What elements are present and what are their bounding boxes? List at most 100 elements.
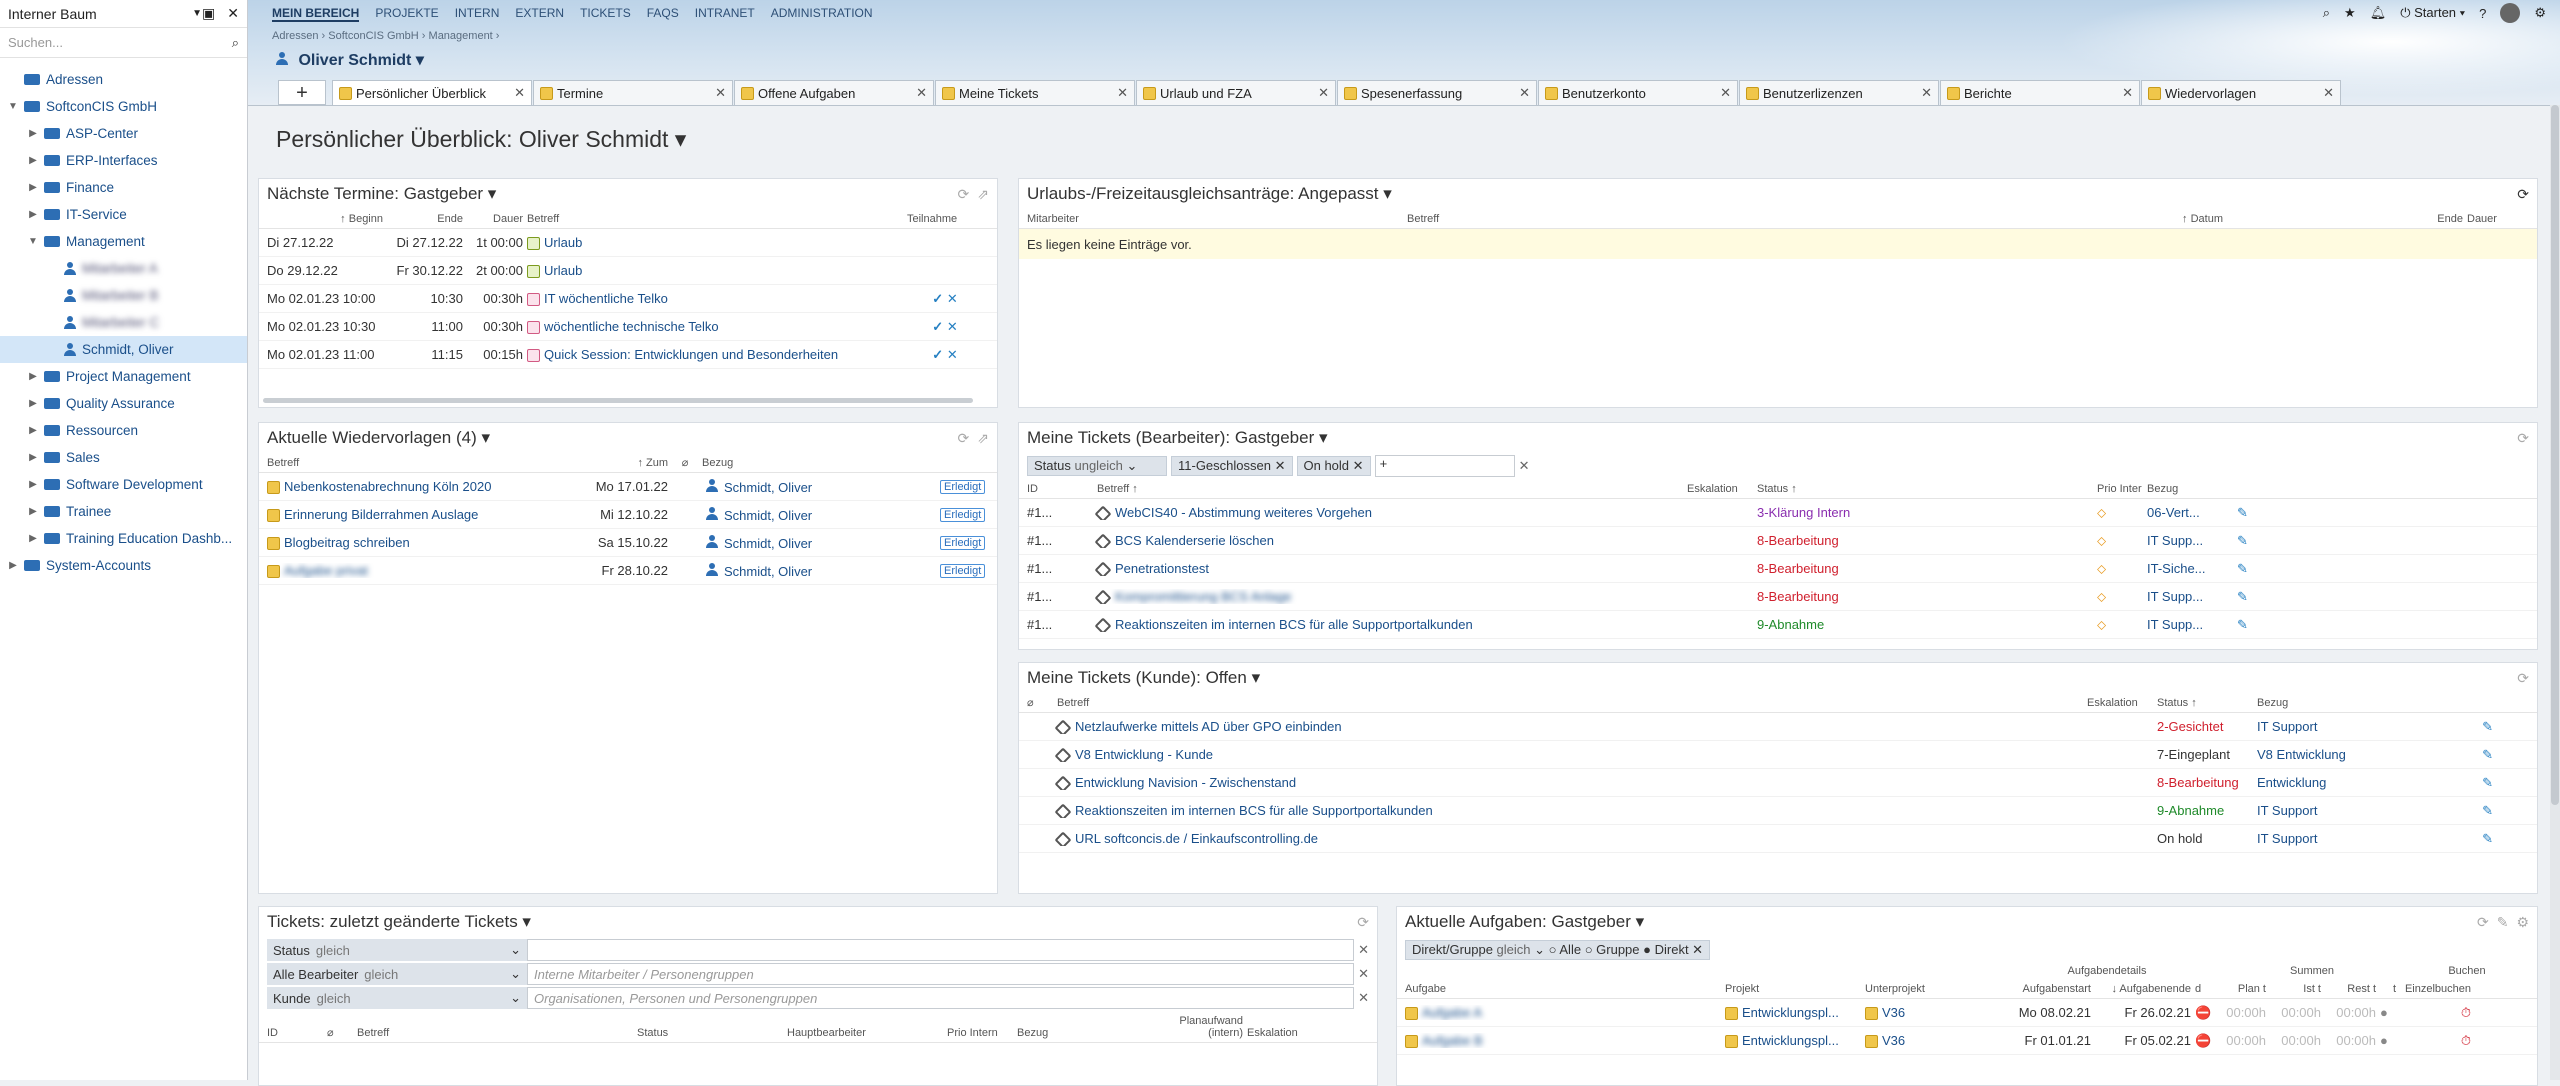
tree-item[interactable]: ▶ System-Accounts	[0, 552, 247, 579]
panel-title[interactable]: Urlaubs-/Freizeitausgleichsanträge: Ange…	[1027, 184, 2509, 204]
search-input[interactable]: Suchen...	[8, 35, 232, 50]
open-icon[interactable]: ⇗	[977, 430, 989, 447]
tab[interactable]: Wiedervorlagen ✕	[2141, 80, 2341, 105]
col-status[interactable]: Status ↑	[2155, 697, 2255, 709]
col-status[interactable]: Status	[635, 1027, 785, 1039]
edit-icon[interactable]: ✎	[2235, 617, 2265, 633]
accept-icon[interactable]: ✓	[932, 347, 943, 362]
col-plan[interactable]: Planaufwand (intern)	[1165, 1015, 1245, 1039]
table-row[interactable]: Reaktionszeiten im internen BCS für alle…	[1019, 797, 2537, 825]
col-mitarbeiter[interactable]: Mitarbeiter	[1025, 213, 1405, 225]
col-einzel[interactable]: Einzelbuchen	[2398, 983, 2473, 995]
cell-bezug[interactable]: IT-Siche...	[2145, 561, 2235, 576]
table-row[interactable]: Mo 02.01.23 10:30 11:00 00:30h wöchentliche…	[259, 313, 997, 341]
col-betreff[interactable]: Betreff	[1055, 697, 2085, 709]
horizontal-scrollbar[interactable]	[263, 398, 973, 403]
refresh-icon[interactable]: ⟳	[2477, 914, 2489, 931]
table-row[interactable]: Aufgabe B Entwicklungspl... V36 Fr 01.01.21…	[1397, 1027, 2537, 1055]
tab[interactable]: Persönlicher Überblick ✕	[332, 80, 532, 105]
edit-icon[interactable]: ✎	[2455, 831, 2495, 847]
col-plan[interactable]: Plan t	[2213, 983, 2268, 995]
tab[interactable]: Berichte ✕	[1940, 80, 2140, 105]
nav-item[interactable]: ADMINISTRATION	[771, 6, 873, 22]
option-alle[interactable]: Alle	[1559, 942, 1581, 957]
col-ende[interactable]: ↓ Aufgabenende	[2093, 983, 2193, 995]
col-ist[interactable]: Ist t	[2268, 983, 2323, 995]
nav-item[interactable]: MEIN BEREICH	[272, 6, 360, 22]
panel-title[interactable]: Tickets: zuletzt geänderte Tickets ▾	[267, 912, 1349, 932]
edit-icon[interactable]: ✎	[2497, 914, 2509, 931]
cell-unterprojekt[interactable]: V36	[1863, 1033, 2003, 1049]
cell-bezug[interactable]: Schmidt, Oliver	[700, 478, 940, 495]
filter-chip[interactable]: 11-Geschlossen ✕	[1171, 456, 1293, 476]
clear-filter-icon[interactable]: ✕	[1519, 458, 1530, 474]
filter-field[interactable]: Alle Bearbeiter gleich ⌄	[267, 963, 527, 985]
tree-item[interactable]: Mitarbeiter A	[0, 255, 247, 282]
col-bezug[interactable]: Bezug	[2255, 697, 2455, 709]
edit-icon[interactable]: ✎	[2235, 589, 2265, 605]
refresh-icon[interactable]: ⟳	[2517, 186, 2529, 203]
tree-item[interactable]: ▶ Training Education Dashb...	[0, 525, 247, 552]
col-rest[interactable]: Rest t	[2323, 983, 2378, 995]
nav-item[interactable]: EXTERN	[515, 6, 564, 22]
cell-betreff[interactable]: Kompromittierung BCS Anlage	[1095, 589, 1755, 604]
col-bezug[interactable]: Bezug	[2145, 483, 2235, 495]
edit-icon[interactable]: ✎	[2235, 561, 2265, 577]
bell-icon[interactable]: 🔔︎	[2370, 5, 2387, 21]
table-row[interactable]: #1... Reaktionszeiten im internen BCS für…	[1019, 611, 2537, 639]
close-icon[interactable]: ✕	[1519, 85, 1530, 101]
search-icon[interactable]: ⌕	[232, 35, 239, 51]
cell-bezug[interactable]: IT Supp...	[2145, 617, 2235, 632]
filter-field[interactable]: Status ungleich ⌄	[1027, 456, 1167, 476]
collapsed-icon[interactable]: ▶	[26, 155, 40, 166]
tree-item[interactable]: ▶ Software Development	[0, 471, 247, 498]
open-icon[interactable]: ⇗	[977, 186, 989, 203]
table-row[interactable]: Blogbeitrag schreiben Sa 15.10.22 Schmidt,…	[259, 529, 997, 557]
filter-field[interactable]: Kunde gleich ⌄	[267, 987, 527, 1009]
close-icon[interactable]: ✕	[916, 85, 927, 101]
collapsed-icon[interactable]: ▶	[26, 371, 40, 382]
tab[interactable]: Urlaub und FZA ✕	[1136, 80, 1336, 105]
collapsed-icon[interactable]: ▶	[26, 128, 40, 139]
col-unterprojekt[interactable]: Unterprojekt	[1863, 983, 2003, 995]
status-badge[interactable]: Erledigt	[940, 479, 986, 494]
breadcrumb-item[interactable]: Management	[429, 30, 493, 42]
refresh-icon[interactable]: ⟳	[958, 186, 970, 203]
edit-icon[interactable]: ✎	[2235, 505, 2265, 521]
panel-title[interactable]: Aktuelle Aufgaben: Gastgeber ▾	[1405, 912, 2469, 932]
cell-betreff[interactable]: Aufgabe privat	[265, 563, 565, 579]
close-icon[interactable]: ✕	[1921, 85, 1932, 101]
table-row[interactable]: Aufgabe privat Fr 28.10.22 Schmidt, Oliver…	[259, 557, 997, 585]
edit-icon[interactable]: ✎	[2235, 533, 2265, 549]
tree-item[interactable]: ▶ ASP-Center	[0, 120, 247, 147]
col-beginn[interactable]: ↑ Beginn	[265, 213, 385, 225]
table-row[interactable]: #1... Penetrationstest 8-Bearbeitung ⬦ IT-Si…	[1019, 555, 2537, 583]
tree-item[interactable]: Mitarbeiter C	[0, 309, 247, 336]
collapsed-icon[interactable]: ▶	[26, 452, 40, 463]
accept-icon[interactable]: ✓	[932, 291, 943, 306]
decline-icon[interactable]: ✕	[947, 319, 958, 334]
close-icon[interactable]: ✕	[1318, 85, 1329, 101]
refresh-icon[interactable]: ⟳	[1357, 914, 1369, 931]
option-gruppe[interactable]: Gruppe	[1596, 942, 1639, 957]
col-t[interactable]: t	[2378, 983, 2398, 995]
col-ende[interactable]: Ende	[2225, 213, 2465, 225]
nav-item[interactable]: TICKETS	[580, 6, 631, 22]
cell-betreff[interactable]: Blogbeitrag schreiben	[265, 535, 565, 551]
nav-item[interactable]: PROJEKTE	[375, 6, 438, 22]
edit-icon[interactable]: ✎	[2455, 803, 2495, 819]
cell-betreff[interactable]: WebCIS40 - Abstimmung weiteres Vorgehen	[1095, 505, 1755, 520]
col-id[interactable]: ID	[1025, 483, 1095, 495]
collapsed-icon[interactable]: ▶	[26, 398, 40, 409]
col-eskalation[interactable]: Eskalation	[2085, 697, 2155, 709]
cell-aufgabe[interactable]: Aufgabe B	[1403, 1033, 1723, 1049]
book-time-icon[interactable]: ⏱	[2398, 1033, 2473, 1049]
person-selector[interactable]: Oliver Schmidt ▾	[272, 50, 424, 70]
tree-item[interactable]: Schmidt, Oliver	[0, 336, 247, 363]
cell-betreff[interactable]: BCS Kalenderserie löschen	[1095, 533, 1755, 548]
close-icon[interactable]: ✕	[715, 85, 726, 101]
col-ende[interactable]: Ende	[385, 213, 465, 225]
cell-betreff[interactable]: Urlaub	[525, 263, 905, 279]
status-badge[interactable]: Erledigt	[940, 507, 986, 522]
table-row[interactable]: URL softconcis.de / Einkaufscontrolling.…	[1019, 825, 2537, 853]
